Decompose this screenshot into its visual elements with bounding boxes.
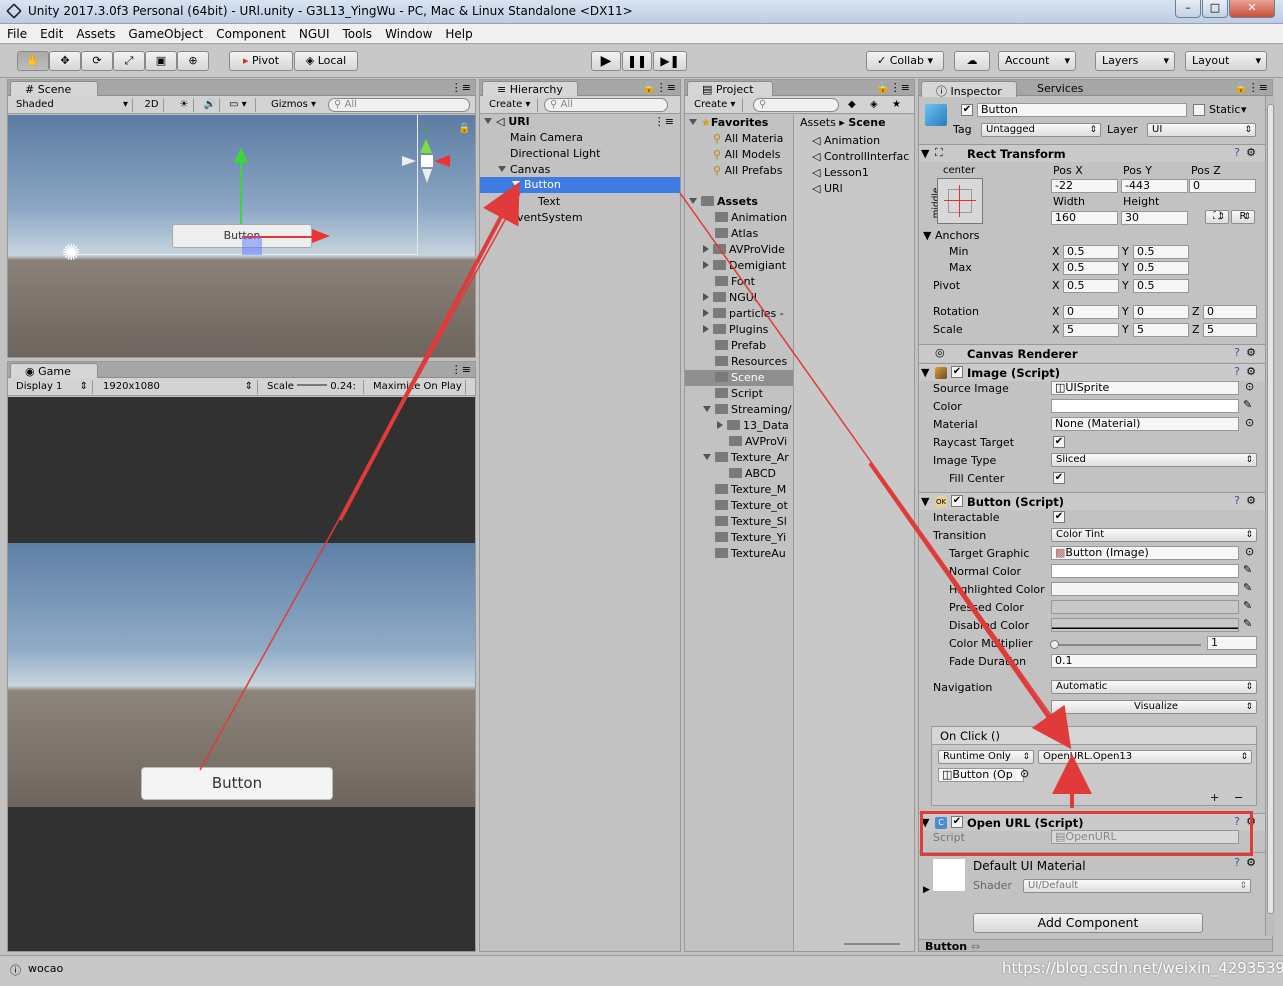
warning-icon: ⓘ xyxy=(10,964,21,977)
annotation-arrow-to-onclick xyxy=(868,461,1072,750)
annotation-overlay xyxy=(199,181,1092,808)
annotation-arrow-to-hierarchy xyxy=(338,181,520,521)
status-bar: ⓘ wocao https://blog.csdn.net/weixin_429… xyxy=(0,955,1283,986)
watermark: https://blog.csdn.net/weixin_42935398 xyxy=(1002,959,1283,977)
status-message[interactable]: wocao xyxy=(28,962,63,975)
